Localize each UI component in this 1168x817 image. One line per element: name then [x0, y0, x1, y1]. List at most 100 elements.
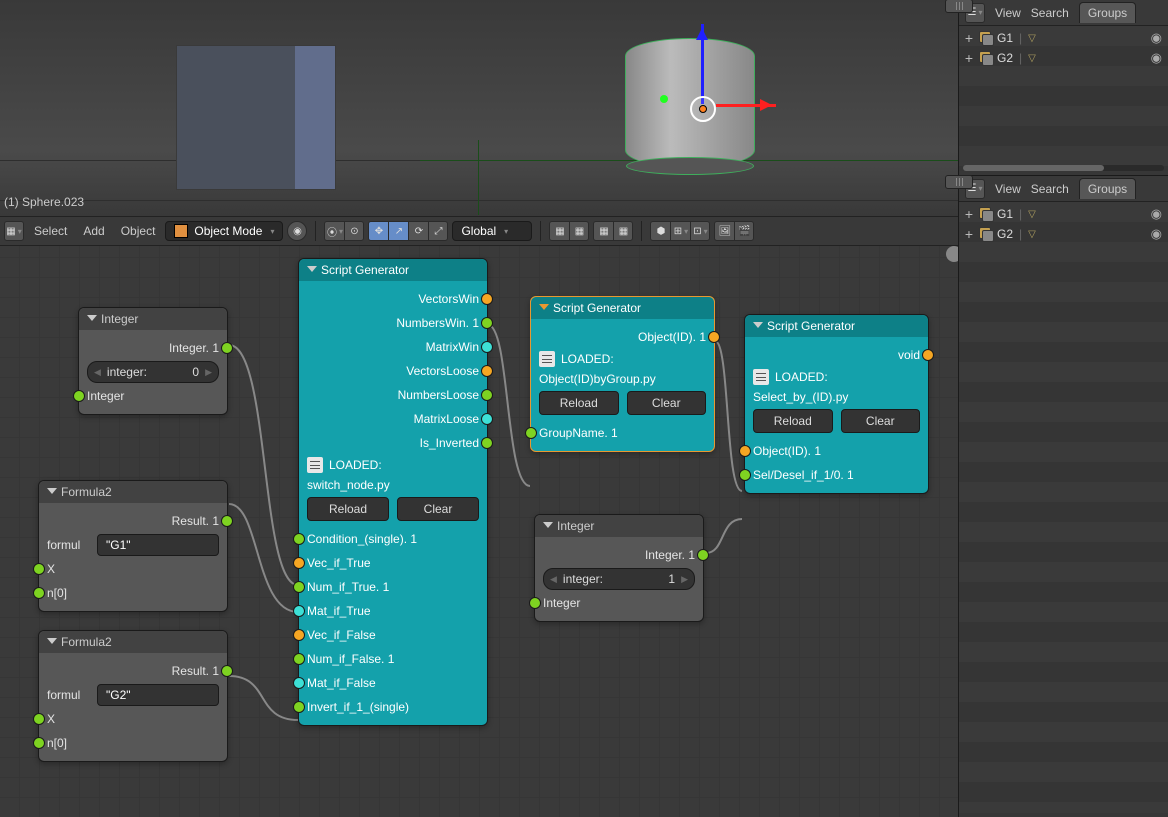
node-header[interactable]: Formula2 [39, 631, 227, 653]
outliner-bottom[interactable]: ☰▾ View Search Groups + G1 |▽ ◉ + G2 |▽ … [958, 175, 1168, 817]
script-icon [539, 351, 555, 367]
tree-row-group[interactable]: + G2 |▽ ◉ [959, 48, 1168, 68]
socket-in[interactable] [73, 390, 85, 402]
output-result: Result. 1 [172, 514, 219, 528]
clear-button[interactable]: Clear [397, 497, 479, 521]
integer-field[interactable]: ◀integer:1▶ [543, 568, 695, 590]
menu-search[interactable]: Search [1031, 182, 1069, 196]
outliner-tree[interactable]: + G1 |▽ ◉ + G2 |▽ ◉ [959, 202, 1168, 813]
editor-type-icon[interactable]: ▦▾ [4, 221, 24, 241]
chevron-down-icon[interactable]: ▽ [1028, 229, 1036, 240]
scroll-handle[interactable] [946, 246, 958, 262]
reload-button[interactable]: Reload [539, 391, 619, 415]
outliner-header: ☰▾ View Search Groups [959, 176, 1168, 202]
socket-in[interactable] [33, 563, 45, 575]
scale-icon[interactable]: ⤢ [428, 221, 448, 241]
menu-search[interactable]: Search [1031, 6, 1069, 20]
layers-block-1[interactable]: ▦▦ [549, 221, 589, 241]
node-header[interactable]: Integer [535, 515, 703, 537]
menu-view[interactable]: View [995, 182, 1021, 196]
mode-selector[interactable]: Object Mode ▾ [165, 221, 283, 241]
area-split-grip[interactable] [945, 0, 973, 13]
snap-icon[interactable]: ⬢ [650, 221, 670, 241]
input-x: X [47, 562, 55, 576]
filter-groups-tab[interactable]: Groups [1079, 178, 1136, 199]
node-header[interactable]: Script Generator [531, 297, 714, 319]
chevron-down-icon[interactable]: ▽ [1028, 53, 1036, 64]
menu-add[interactable]: Add [77, 224, 110, 238]
visibility-icon[interactable]: ◉ [1151, 50, 1162, 66]
node-integer-1[interactable]: Integer Integer. 1 ◀integer:0▶ Integer [78, 307, 228, 415]
node-formula-2[interactable]: Formula2 Result. 1 formul"G2" X n[0] [38, 630, 228, 762]
scrollbar[interactable] [963, 165, 1164, 171]
render-group: 🖼 🎬 [714, 221, 754, 241]
menu-select[interactable]: Select [28, 224, 73, 238]
node-script-switch[interactable]: Script Generator VectorsWin NumbersWin. … [298, 258, 488, 726]
script-filename: switch_node.py [307, 478, 390, 492]
formula-field[interactable]: "G2" [97, 684, 219, 706]
tree-row-group[interactable]: + G1 |▽ ◉ [959, 204, 1168, 224]
translate-icon[interactable]: ↗ [388, 221, 408, 241]
render-image-icon[interactable]: 🖼 [714, 221, 734, 241]
formula-field[interactable]: "G1" [97, 534, 219, 556]
area-split-grip[interactable] [945, 175, 973, 189]
outliner-top[interactable]: ☰▾ View Search Groups + G1 |▽ ◉ + G2 |▽ … [958, 0, 1168, 175]
tree-row-group[interactable]: + G2 |▽ ◉ [959, 224, 1168, 244]
gizmo-x-axis[interactable] [716, 104, 776, 107]
pivot-icon[interactable]: ⦿▾ [324, 221, 344, 241]
chevron-down-icon[interactable]: ▽ [1028, 209, 1036, 220]
clear-button[interactable]: Clear [627, 391, 707, 415]
reload-button[interactable]: Reload [307, 497, 389, 521]
node-integer-2[interactable]: Integer Integer. 1 ◀integer:1▶ Integer [534, 514, 704, 622]
shading-icon[interactable]: ◉ [287, 221, 307, 241]
snap-target-icon[interactable]: ⊡▾ [690, 221, 710, 241]
filter-groups-tab[interactable]: Groups [1079, 2, 1136, 23]
snap-type-icon[interactable]: ⊞▾ [670, 221, 690, 241]
integer-field[interactable]: ◀integer:0▶ [87, 361, 219, 383]
layers-block-2[interactable]: ▦▦ [593, 221, 633, 241]
menu-view[interactable]: View [995, 6, 1021, 20]
rotate-icon[interactable]: ⟳ [408, 221, 428, 241]
socket-in[interactable] [33, 587, 45, 599]
outliner-tree[interactable]: + G1 |▽ ◉ + G2 |▽ ◉ [959, 26, 1168, 171]
render-anim-icon[interactable]: 🎬 [734, 221, 754, 241]
node-header[interactable]: Integer [79, 308, 227, 330]
orientation-selector[interactable]: Global▾ [452, 221, 532, 241]
node-header[interactable]: Formula2 [39, 481, 227, 503]
visibility-icon[interactable]: ◉ [1151, 30, 1162, 46]
viewport-header: ▦▾ Select Add Object Object Mode ▾ ◉ ⦿▾ … [0, 216, 958, 246]
socket-in[interactable] [33, 737, 45, 749]
node-header[interactable]: Script Generator [299, 259, 487, 281]
expand-icon[interactable]: + [963, 30, 975, 46]
expand-icon[interactable]: + [963, 226, 975, 242]
expand-icon[interactable]: + [963, 50, 975, 66]
group-icon [979, 31, 993, 45]
socket-out[interactable] [221, 342, 233, 354]
snap-group: ⬢ ⊞▾ ⊡▾ [650, 221, 710, 241]
node-formula-1[interactable]: Formula2 Result. 1 formul"G1" X n[0] [38, 480, 228, 612]
group-icon [979, 51, 993, 65]
viewport-3d[interactable]: (1) Sphere.023 [0, 0, 958, 215]
menu-object[interactable]: Object [115, 224, 162, 238]
gizmo-y-axis[interactable] [660, 95, 668, 103]
node-editor[interactable]: Integer Integer. 1 ◀integer:0▶ Integer F… [0, 246, 958, 817]
expand-icon[interactable]: + [963, 206, 975, 222]
axis-y-depth [478, 140, 479, 215]
pivot-only-origins[interactable]: ⊙ [344, 221, 364, 241]
socket-out[interactable] [221, 515, 233, 527]
gizmo-z-axis[interactable] [701, 24, 704, 104]
chevron-down-icon[interactable]: ▽ [1028, 33, 1036, 44]
visibility-icon[interactable]: ◉ [1151, 206, 1162, 222]
node-script-select-by-id[interactable]: Script Generator void LOADED: Select_by_… [744, 314, 929, 494]
visibility-icon[interactable]: ◉ [1151, 226, 1162, 242]
socket-in[interactable] [33, 713, 45, 725]
manipulator-toggle-icon[interactable]: ✥ [368, 221, 388, 241]
tree-row-group[interactable]: + G1 |▽ ◉ [959, 28, 1168, 48]
node-header[interactable]: Script Generator [745, 315, 928, 337]
gizmo-origin[interactable] [690, 96, 716, 122]
reload-button[interactable]: Reload [753, 409, 833, 433]
clear-button[interactable]: Clear [841, 409, 921, 433]
socket-out[interactable] [221, 665, 233, 677]
mesh-cube[interactable] [176, 45, 336, 190]
node-script-object-by-group[interactable]: Script Generator Object(ID). 1 LOADED: O… [530, 296, 715, 452]
